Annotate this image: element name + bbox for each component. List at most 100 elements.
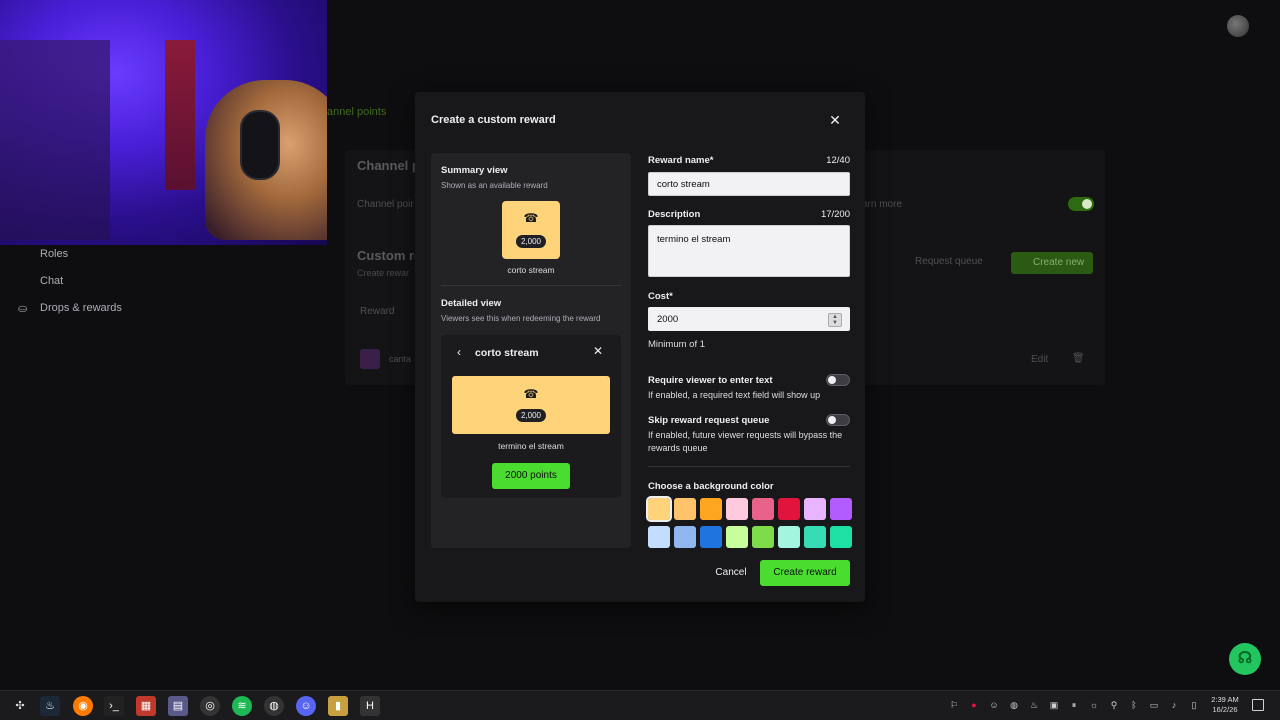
require-text-label: Require viewer to enter text (648, 375, 773, 386)
discord-icon[interactable]: ☺ (296, 696, 316, 716)
color-swatch[interactable] (752, 498, 774, 520)
color-swatch[interactable] (778, 498, 800, 520)
custom-rewards-subtitle: Create rewar (357, 268, 410, 278)
reward-name-count: 12/40 (826, 155, 850, 166)
color-swatch[interactable] (646, 496, 672, 522)
summary-reward-tile: ☎ 2,000 (502, 201, 560, 259)
help-headset-icon[interactable]: ☊ (1229, 643, 1261, 675)
divider (441, 285, 621, 286)
reward-column-header: Reward (360, 306, 395, 317)
summary-reward-name: corto stream (507, 265, 555, 275)
color-swatch[interactable] (700, 498, 722, 520)
reward-row-name: canta (389, 354, 412, 364)
cost-input[interactable] (648, 307, 850, 331)
nav-item-label: Chat (40, 275, 64, 287)
display-icon[interactable]: ▭ (1148, 699, 1160, 711)
taskbar: ✣ ♨ ◉ ›_ ▦ ▤ ◎ ≋ ◍ ☺ ▮ H ⚐ ● ☺ ◍ ♨ ▣ ⏸ ☼… (0, 690, 1280, 720)
create-reward-button[interactable]: Create reward (760, 560, 850, 586)
color-swatch[interactable] (674, 526, 696, 548)
cost-help: Minimum of 1 (648, 339, 706, 350)
skip-queue-label: Skip reward request queue (648, 415, 770, 426)
modal-title: Create a custom reward (431, 114, 556, 126)
detailed-view-label: Detailed view (441, 298, 502, 309)
pause-icon[interactable]: ⏸ (1068, 699, 1080, 711)
cancel-button[interactable]: Cancel (711, 562, 751, 584)
store-icon[interactable]: ▦ (136, 696, 156, 716)
color-swatch[interactable] (830, 498, 852, 520)
description-field[interactable]: termino el stream (648, 225, 850, 277)
phone-icon: ☎ (523, 387, 539, 401)
obs-icon[interactable]: ◎ (200, 696, 220, 716)
record-icon[interactable]: ● (968, 699, 980, 711)
color-swatch[interactable] (726, 526, 748, 548)
color-swatch[interactable] (726, 498, 748, 520)
close-icon[interactable]: ✕ (828, 113, 842, 127)
create-new-button[interactable]: Create new (1011, 252, 1093, 274)
summary-view-label: Summary view (441, 165, 508, 176)
skip-queue-toggle[interactable] (826, 414, 850, 426)
color-swatch[interactable] (804, 498, 826, 520)
trash-icon[interactable]: 🗑 (1072, 353, 1085, 364)
clock-date: 16/2/26 (1212, 705, 1238, 714)
nav-item-chat[interactable]: Chat (16, 273, 216, 300)
color-swatch[interactable] (700, 526, 722, 548)
skip-queue-help: If enabled, future viewer requests will … (648, 430, 843, 453)
nav-item-label: Roles (40, 248, 69, 260)
color-swatch[interactable] (674, 498, 696, 520)
reward-name-label: Reward name* (648, 155, 714, 166)
clock[interactable]: 2:39 AM 16/2/26 (1203, 695, 1247, 715)
require-text-toggle[interactable] (826, 374, 850, 386)
custom-rewards-title: Custom re (357, 248, 422, 263)
start-icon[interactable]: ✣ (10, 696, 30, 716)
files-icon[interactable]: ▤ (168, 696, 188, 716)
obs-tray-icon[interactable]: ◍ (1008, 699, 1020, 711)
avatar[interactable] (1227, 15, 1249, 37)
steam-icon[interactable]: ♨ (40, 696, 60, 716)
color-swatch[interactable] (830, 526, 852, 548)
app-window: Roles Chat ⛀ Drops & rewards annel points… (0, 0, 1280, 690)
channel-points-toggle[interactable] (1068, 197, 1094, 211)
learn-more-link[interactable]: arn more (862, 199, 902, 210)
clipboard-icon[interactable]: ▣ (1048, 699, 1060, 711)
nav-item-roles[interactable]: Roles (16, 246, 216, 273)
detailed-view-subtitle: Viewers see this when redeeming the rewa… (441, 314, 601, 323)
battery-icon[interactable]: ▯ (1188, 699, 1200, 711)
link-icon[interactable]: ⚲ (1108, 699, 1120, 711)
color-swatch[interactable] (778, 526, 800, 548)
left-nav: Roles Chat ⛀ Drops & rewards (16, 246, 216, 327)
spotify-icon[interactable]: ≋ (232, 696, 252, 716)
edit-button[interactable]: Edit (1031, 354, 1048, 365)
phone-icon: ☎ (523, 211, 539, 225)
obs-studio-icon[interactable]: ◍ (264, 696, 284, 716)
show-desktop-icon[interactable] (1252, 699, 1264, 711)
discord-tray-icon[interactable]: ☺ (988, 699, 1000, 711)
cost-badge: 2,000 (515, 409, 547, 422)
bluetooth-icon[interactable]: ᛒ (1128, 699, 1140, 711)
webcam-overlay (0, 0, 327, 245)
app-icon[interactable]: ▮ (328, 696, 348, 716)
brightness-icon[interactable]: ☼ (1088, 699, 1100, 711)
tab-channel-points[interactable]: annel points (327, 106, 386, 118)
steam-tray-icon[interactable]: ♨ (1028, 699, 1040, 711)
request-queue-button[interactable]: Request queue (915, 256, 983, 267)
redeem-points-button: 2000 points (492, 463, 570, 489)
webcam-red-object (165, 40, 195, 190)
channel-points-title: Channel p (357, 158, 420, 173)
nav-item-drops-rewards[interactable]: ⛀ Drops & rewards (16, 300, 216, 327)
firefox-icon[interactable]: ◉ (73, 696, 93, 716)
color-swatch[interactable] (804, 526, 826, 548)
volume-icon[interactable]: ♪ (1168, 699, 1180, 711)
clock-time: 2:39 AM (1211, 695, 1239, 704)
description-count: 17/200 (820, 209, 850, 220)
color-label: Choose a background color (648, 481, 774, 492)
color-swatch[interactable] (648, 526, 670, 548)
summary-view-subtitle: Shown as an available reward (441, 181, 548, 190)
terminal-icon[interactable]: ›_ (104, 696, 124, 716)
reward-name-input[interactable] (648, 172, 850, 196)
description-label: Description (648, 209, 701, 220)
color-swatch[interactable] (752, 526, 774, 548)
stepper-icon[interactable]: ▲ ▼ (828, 313, 842, 327)
tray-icon[interactable]: ⚐ (948, 699, 960, 711)
chevron-left-icon: ‹ (457, 345, 461, 359)
editor-icon[interactable]: H (360, 696, 380, 716)
